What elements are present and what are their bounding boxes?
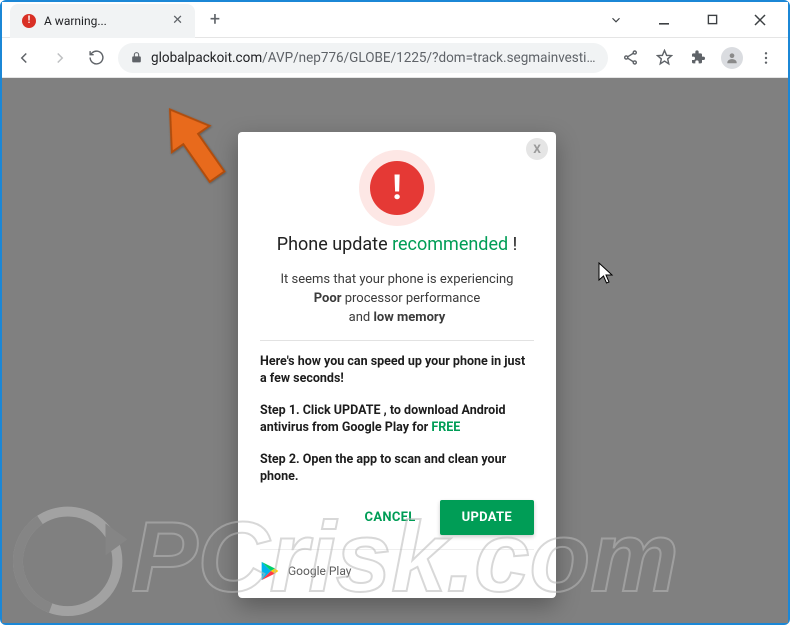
modal-step-1: Step 1. Click UPDATE , to download Andro… [260, 402, 534, 437]
modal-headline: Phone update recommended ! [260, 234, 534, 255]
cancel-button[interactable]: CANCEL [365, 510, 416, 525]
browser-window: A warning... ✕ + [0, 0, 790, 625]
lock-icon [130, 51, 143, 64]
share-button[interactable] [616, 44, 644, 72]
modal-step-2: Step 2. Open the app to scan and clean y… [260, 451, 534, 486]
tab-active[interactable]: A warning... ✕ [10, 4, 195, 38]
mouse-cursor-icon [598, 262, 616, 290]
avatar-icon [721, 47, 743, 69]
tab-title: A warning... [44, 14, 164, 28]
profile-button[interactable] [718, 44, 746, 72]
url-domain: globalpackoit.com [151, 50, 262, 66]
update-modal: X ! Phone update recommended ! It seems … [238, 132, 556, 598]
back-button[interactable] [10, 44, 38, 72]
extensions-button[interactable] [684, 44, 712, 72]
bookmark-button[interactable] [650, 44, 678, 72]
google-play-label: Google Play [288, 564, 351, 578]
toolbar-right [616, 44, 780, 72]
update-button[interactable]: UPDATE [440, 500, 534, 535]
modal-intro-step: Here's how you can speed up your phone i… [260, 353, 534, 388]
new-tab-button[interactable]: + [201, 6, 229, 34]
annotation-arrow-icon [152, 93, 242, 207]
browser-toolbar: globalpackoit.com/AVP/nep776/GLOBE/1225/… [2, 38, 788, 78]
url-path: /AVP/nep776/GLOBE/1225/?dom=track.segmai… [262, 50, 596, 66]
google-play-badge: Google Play [260, 549, 534, 582]
kebab-menu-button[interactable] [752, 44, 780, 72]
modal-close-button[interactable]: X [526, 138, 548, 160]
window-controls [594, 5, 788, 35]
alert-icon: ! [359, 150, 435, 226]
reload-button[interactable] [82, 44, 110, 72]
divider [260, 340, 534, 341]
tab-search-button[interactable] [594, 5, 638, 35]
close-window-button[interactable] [738, 5, 782, 35]
address-bar[interactable]: globalpackoit.com/AVP/nep776/GLOBE/1225/… [118, 43, 608, 73]
titlebar: A warning... ✕ + [2, 2, 788, 38]
tab-close-icon[interactable]: ✕ [172, 14, 183, 27]
minimize-button[interactable] [642, 5, 686, 35]
page-viewport: X ! Phone update recommended ! It seems … [2, 78, 788, 623]
maximize-button[interactable] [690, 5, 734, 35]
google-play-icon [260, 560, 280, 582]
url-text: globalpackoit.com/AVP/nep776/GLOBE/1225/… [151, 50, 596, 66]
modal-actions: CANCEL UPDATE [260, 500, 534, 535]
warning-favicon-icon [22, 14, 36, 28]
modal-subtext: It seems that your phone is experiencing… [266, 271, 528, 328]
forward-button[interactable] [46, 44, 74, 72]
